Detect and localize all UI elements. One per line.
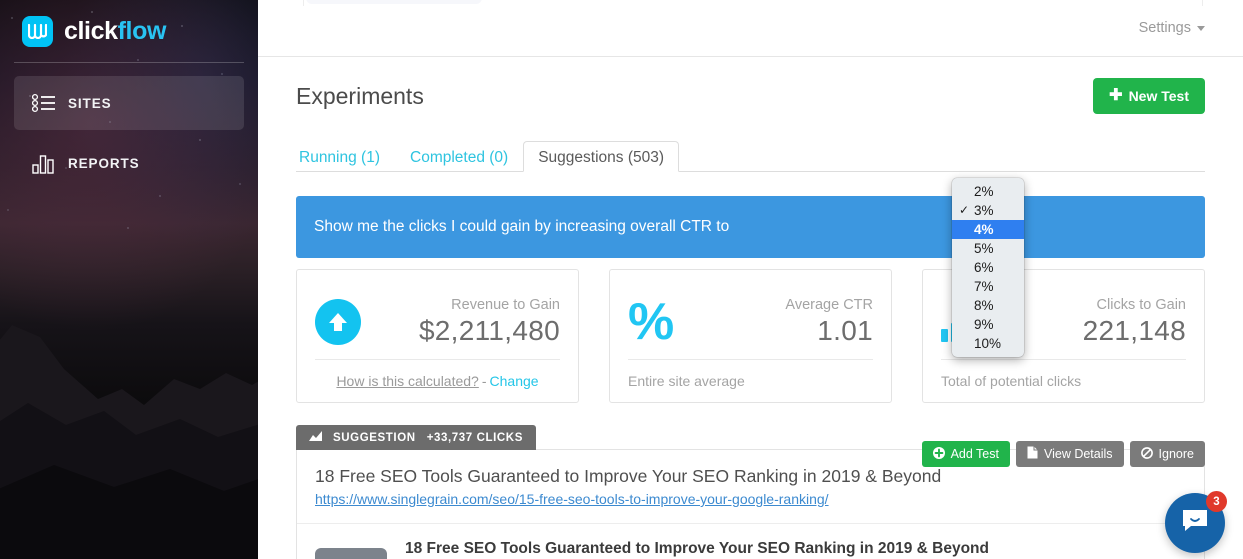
ban-icon [1141,447,1153,462]
card-footer-text: Entire site average [628,373,745,389]
experiments-tabs: Running (1) Completed (0) Suggestions (5… [296,140,1205,172]
tab-completed[interactable]: Completed (0) [395,141,523,172]
sidebar-item-reports[interactable]: REPORTS [14,136,244,190]
chat-icon [1181,508,1209,538]
suggestion-actions: Add Test View Details [922,441,1205,467]
how-calculated-link[interactable]: How is this calculated? [336,373,478,389]
plus-circle-icon [933,447,945,462]
list-icon [32,93,68,113]
dropdown-option[interactable]: 6% [952,258,1024,277]
change-link[interactable]: Change [490,373,539,389]
tab-suggestions[interactable]: Suggestions (503) [523,141,679,172]
card-value: 1.01 [785,315,873,347]
sidebar-item-label: REPORTS [68,156,140,171]
card-footer: Total of potential clicks [941,359,1186,402]
stats-cards: Revenue to Gain $2,211,480 How is this c… [296,269,1205,403]
page-title: Experiments [296,83,424,110]
view-details-button[interactable]: View Details [1016,441,1124,467]
main-content: Settings Experiments ✚ New Test Running … [258,0,1243,559]
top-bar: Settings [258,0,1243,57]
page-header: Experiments ✚ New Test [296,57,1205,114]
dropdown-option[interactable]: 9% [952,315,1024,334]
suggestion-item: SUGGESTION +33,737 CLICKS Add Test [296,425,1205,559]
percent-icon: % [628,296,674,348]
view-details-label: View Details [1044,447,1113,461]
dropdown-option[interactable]: 10% [952,334,1024,353]
card-footer: Entire site average [628,359,873,402]
intercom-launcher[interactable]: 3 [1165,493,1225,553]
card-value: 221,148 [1083,315,1186,347]
card-label: Clicks to Gain [1083,297,1186,313]
arrow-up-circle-icon [315,299,361,345]
preview-title: 18 Free SEO Tools Guaranteed to Improve … [405,540,1186,558]
ignore-label: Ignore [1159,447,1194,461]
tab-running[interactable]: Running (1) [296,141,395,172]
dropdown-option[interactable]: 4% [952,220,1024,239]
document-icon [1027,446,1038,462]
sidebar: clickflow SITES [0,0,258,559]
brand-name: clickflow [64,19,166,44]
ctr-goal-banner: Show me the clicks I could gain by incre… [296,196,1205,258]
brand-logo[interactable]: clickflow [14,0,244,62]
dropdown-option[interactable]: 3% [952,201,1024,220]
brand-name-part1: click [64,17,118,45]
card-average-ctr: % Average CTR 1.01 Entire site average [609,269,892,403]
suggestion-badge-clicks: +33,737 CLICKS [427,432,523,444]
card-label: Revenue to Gain [419,297,560,313]
dropdown-option[interactable]: 2% [952,182,1024,201]
bar-chart-icon [32,152,68,174]
dropdown-option[interactable]: 8% [952,296,1024,315]
new-test-label: New Test [1129,88,1189,104]
add-test-label: Add Test [951,447,999,461]
w-logo-icon [22,16,53,47]
ctr-target-select-dropdown[interactable]: 2% 3% 4% 5% 6% 7% 8% 9% 10% [952,178,1024,357]
footer-separator: - [479,373,490,389]
suggestion-url[interactable]: https://www.singlegrain.com/seo/15-free-… [315,491,829,507]
dropdown-option[interactable]: 7% [952,277,1024,296]
new-test-button[interactable]: ✚ New Test [1093,78,1205,114]
card-revenue-to-gain: Revenue to Gain $2,211,480 How is this c… [296,269,579,403]
serp-preview: 18 Free SEO Tools Guaranteed to Improve … [297,523,1204,559]
sidebar-item-label: SITES [68,96,112,111]
ctr-goal-banner-text: Show me the clicks I could gain by incre… [314,218,729,236]
card-footer: How is this calculated? - Change [315,359,560,402]
card-footer-text: Total of potential clicks [941,373,1081,389]
rock-silhouette-decoration [0,229,258,559]
chart-icon [309,431,322,445]
intercom-unread-badge: 3 [1206,491,1227,512]
sidebar-item-sites[interactable]: SITES [14,76,244,130]
suggestion-title: 18 Free SEO Tools Guaranteed to Improve … [315,466,1186,487]
card-label: Average CTR [785,297,873,313]
card-value: $2,211,480 [419,315,560,347]
preview-thumbnail [315,548,387,559]
suggestion-badge: SUGGESTION +33,737 CLICKS [296,425,536,450]
dropdown-option[interactable]: 5% [952,239,1024,258]
page-content: Experiments ✚ New Test Running (1) Compl… [258,57,1243,559]
suggestion-badge-label: SUGGESTION [333,432,416,444]
brand-name-part2: flow [118,17,166,45]
ignore-button[interactable]: Ignore [1130,441,1205,467]
settings-menu[interactable]: Settings [1139,20,1205,36]
chevron-down-icon [1197,26,1205,31]
app-root: clickflow SITES [0,0,1243,559]
add-test-button[interactable]: Add Test [922,441,1010,467]
scrolled-element-remnant [306,0,482,4]
settings-label: Settings [1139,20,1191,36]
sidebar-divider [14,62,244,63]
plus-icon: ✚ [1109,88,1122,104]
